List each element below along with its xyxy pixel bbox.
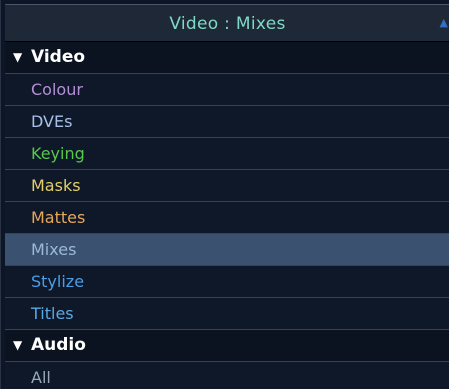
panel-header[interactable]: Video : Mixes ▲ [5,4,449,42]
list-item-mattes[interactable]: Mattes [5,202,449,234]
triangle-up-icon[interactable]: ▲ [440,16,448,29]
list-item-mixes[interactable]: Mixes [5,234,449,266]
list-item-label: Mattes [31,208,86,227]
list-item-keying[interactable]: Keying [5,138,449,170]
category-label: Video [31,47,86,67]
list-item-stylize[interactable]: Stylize [5,266,449,298]
list-item-label: Colour [31,80,83,99]
category-video[interactable]: ▼ Video [5,42,449,74]
list-item-all[interactable]: All [5,362,449,389]
list-item-colour[interactable]: Colour [5,74,449,106]
list-item-label: Masks [31,176,81,195]
expand-triangle-icon[interactable]: ▼ [13,330,22,361]
list-item-masks[interactable]: Masks [5,170,449,202]
list-item-label: Titles [31,304,74,323]
category-audio[interactable]: ▼ Audio [5,330,449,362]
list-item-label: All [31,368,51,387]
list-item-titles[interactable]: Titles [5,298,449,330]
list-item-label: DVEs [31,112,73,131]
expand-triangle-icon[interactable]: ▼ [13,42,22,73]
category-label: Audio [31,335,86,355]
effects-tree-list: ▼ Video Colour DVEs Keying Masks Mattes Mixes St… [5,42,449,389]
list-item-label: Mixes [31,240,77,259]
list-item-dves[interactable]: DVEs [5,106,449,138]
effects-browser-panel: Video : Mixes ▲ ▼ Video Colour DVEs Keying Ma… [0,0,449,389]
list-item-label: Keying [31,144,85,163]
panel-title: Video : Mixes [169,14,286,34]
list-item-label: Stylize [31,272,85,291]
